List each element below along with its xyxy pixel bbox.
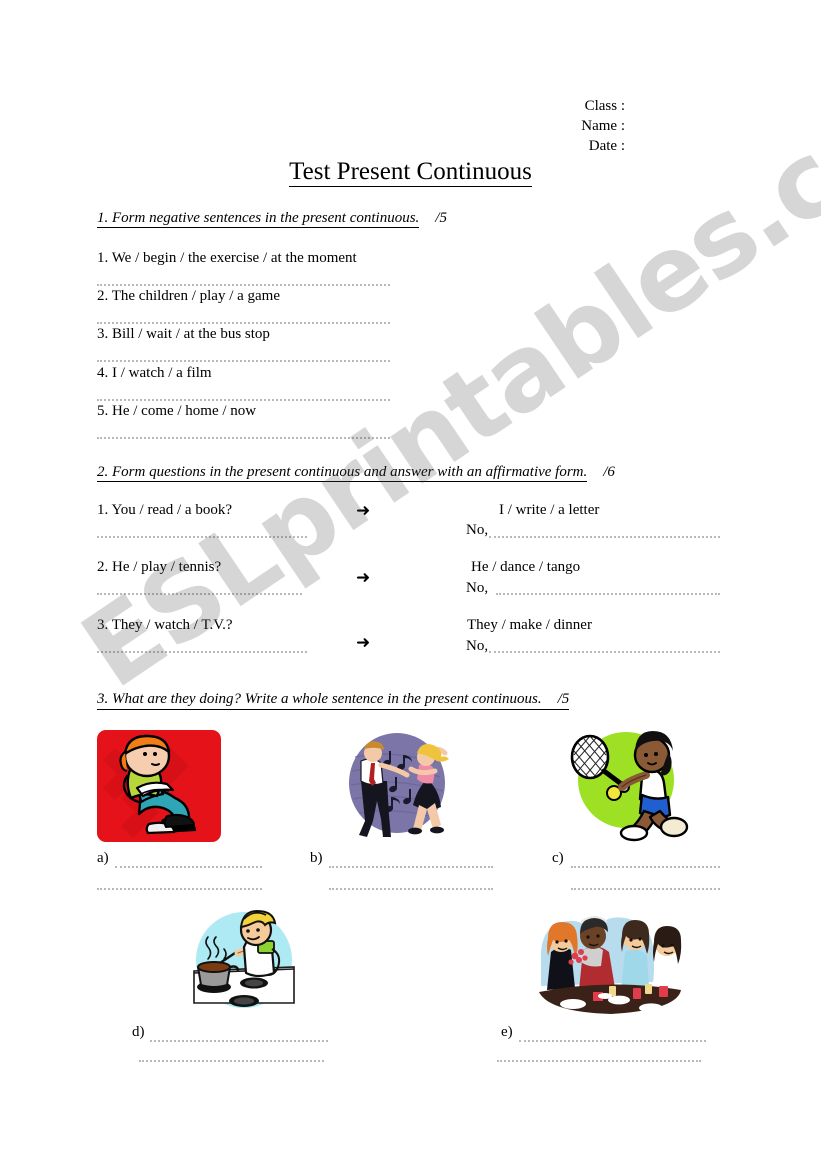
exercise-3-label-d: d) <box>132 1024 145 1040</box>
exercise-1-answer-line-2[interactable] <box>97 322 390 324</box>
arrow-right-icon: ➜ <box>356 633 371 653</box>
arrow-right-icon: ➜ <box>356 568 371 588</box>
exercise-3-points: /5 <box>557 691 570 707</box>
exercise-3-label-b: b) <box>310 850 323 866</box>
arrow-right-icon: ➜ <box>356 501 371 521</box>
exercise-2-answer-line-2[interactable] <box>496 593 720 595</box>
exercise-2-prompt-1: I / write / a letter <box>499 502 600 518</box>
exercise-3-label-a: a) <box>97 850 109 866</box>
exercise-2-answer-prefix-3: No, <box>466 638 489 654</box>
exercise-1-points: /5 <box>435 210 447 226</box>
picture-e-eating <box>533 900 687 1018</box>
exercise-1-answer-line-1[interactable] <box>97 284 390 286</box>
page-title: Test Present Continuous <box>0 158 821 187</box>
exercise-3-answer-line-b2[interactable] <box>329 888 493 890</box>
exercise-1-heading-text: 1. Form negative sentences in the presen… <box>97 210 420 228</box>
exercise-1-item-2: 2. The children / play / a game <box>97 288 280 304</box>
exercise-3-answer-line-a2[interactable] <box>97 888 262 890</box>
header-field-name: Name : <box>581 118 625 134</box>
exercise-2-question-line-1[interactable] <box>97 536 307 538</box>
exercise-3-answer-line-e2[interactable] <box>497 1060 701 1062</box>
page-title-text: Test Present Continuous <box>289 158 532 187</box>
header-field-date: Date : <box>588 138 625 154</box>
picture-a-reading <box>97 730 221 842</box>
picture-b-dancing <box>331 727 462 844</box>
exercise-2-question-line-2[interactable] <box>97 593 302 595</box>
exercise-3-heading-text: 3. What are they doing? Write a whole se… <box>97 691 542 707</box>
exercise-2-heading: 2. Form questions in the present continu… <box>97 464 615 482</box>
exercise-3-heading: 3. What are they doing? Write a whole se… <box>97 691 570 710</box>
exercise-3-answer-line-e1[interactable] <box>519 1040 706 1042</box>
exercise-1-answer-line-5[interactable] <box>97 437 390 439</box>
exercise-3-label-c: c) <box>552 850 564 866</box>
exercise-3-label-e: e) <box>501 1024 513 1040</box>
exercise-3-answer-line-b1[interactable] <box>329 866 493 868</box>
exercise-1-item-3: 3. Bill / wait / at the bus stop <box>97 326 270 342</box>
exercise-2-answer-line-3[interactable] <box>489 651 720 653</box>
header-field-class: Class : <box>584 98 625 114</box>
exercise-1-item-5: 5. He / come / home / now <box>97 403 257 419</box>
exercise-2-prompt-3: They / make / dinner <box>467 617 592 633</box>
picture-d-cooking <box>186 905 302 1015</box>
exercise-1-answer-line-3[interactable] <box>97 360 390 362</box>
exercise-3-answer-line-d1[interactable] <box>150 1040 328 1042</box>
exercise-2-question-2: 2. He / play / tennis? <box>97 559 222 575</box>
header-fields: Class : Name : Date : <box>581 96 625 156</box>
exercise-2-answer-prefix-2: No, <box>466 580 489 596</box>
exercise-2-heading-text: 2. Form questions in the present continu… <box>97 464 588 482</box>
exercise-3-answer-line-c1[interactable] <box>571 866 720 868</box>
picture-c-tennis <box>560 725 690 843</box>
exercise-2-question-1: 1. You / read / a book? <box>97 502 232 518</box>
exercise-2-prompt-2: He / dance / tango <box>471 559 581 575</box>
exercise-1-heading: 1. Form negative sentences in the presen… <box>97 210 447 228</box>
exercise-3-answer-line-d2[interactable] <box>139 1060 324 1062</box>
worksheet-page: ESLprintables.com Class : Name : Date : … <box>0 0 821 1169</box>
exercise-2-question-3: 3. They / watch / T.V.? <box>97 617 233 633</box>
exercise-1-item-1: 1. We / begin / the exercise / at the mo… <box>97 250 357 266</box>
exercise-3-answer-line-a1[interactable] <box>115 866 262 868</box>
exercise-2-answer-prefix-1: No, <box>466 522 489 538</box>
exercise-2-points: /6 <box>603 464 615 480</box>
exercise-3-answer-line-c2[interactable] <box>571 888 720 890</box>
exercise-1-answer-line-4[interactable] <box>97 399 390 401</box>
exercise-2-question-line-3[interactable] <box>97 651 307 653</box>
exercise-2-answer-line-1[interactable] <box>489 536 720 538</box>
exercise-1-item-4: 4. I / watch / a film <box>97 365 212 381</box>
